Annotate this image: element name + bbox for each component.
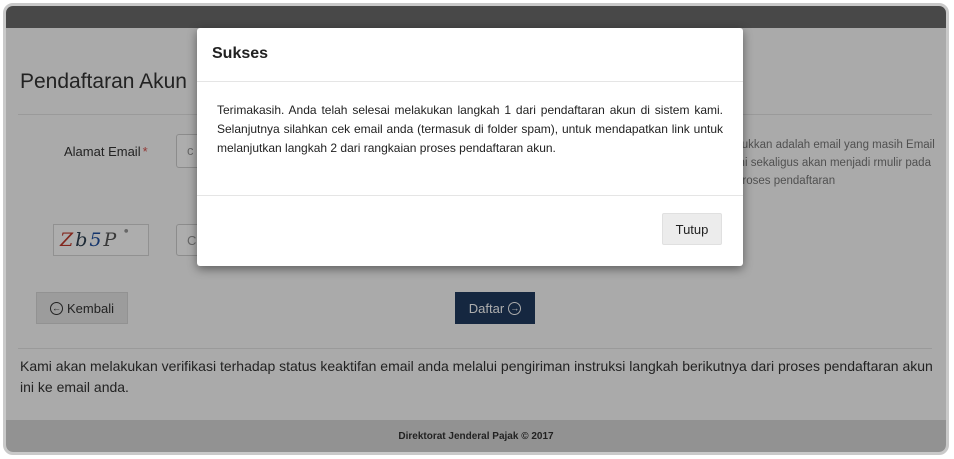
modal-footer: Tutup: [197, 196, 743, 266]
close-button[interactable]: Tutup: [662, 213, 722, 245]
success-modal: Sukses Terimakasih. Anda telah selesai m…: [197, 28, 743, 266]
modal-title: Sukses: [212, 45, 269, 62]
modal-message: Terimakasih. Anda telah selesai melakuka…: [217, 103, 723, 155]
modal-body: Terimakasih. Anda telah selesai melakuka…: [197, 82, 743, 196]
modal-header: Sukses: [197, 28, 743, 82]
browser-frame: Pendaftaran Akun Alamat Email * c sukkan …: [3, 3, 949, 455]
